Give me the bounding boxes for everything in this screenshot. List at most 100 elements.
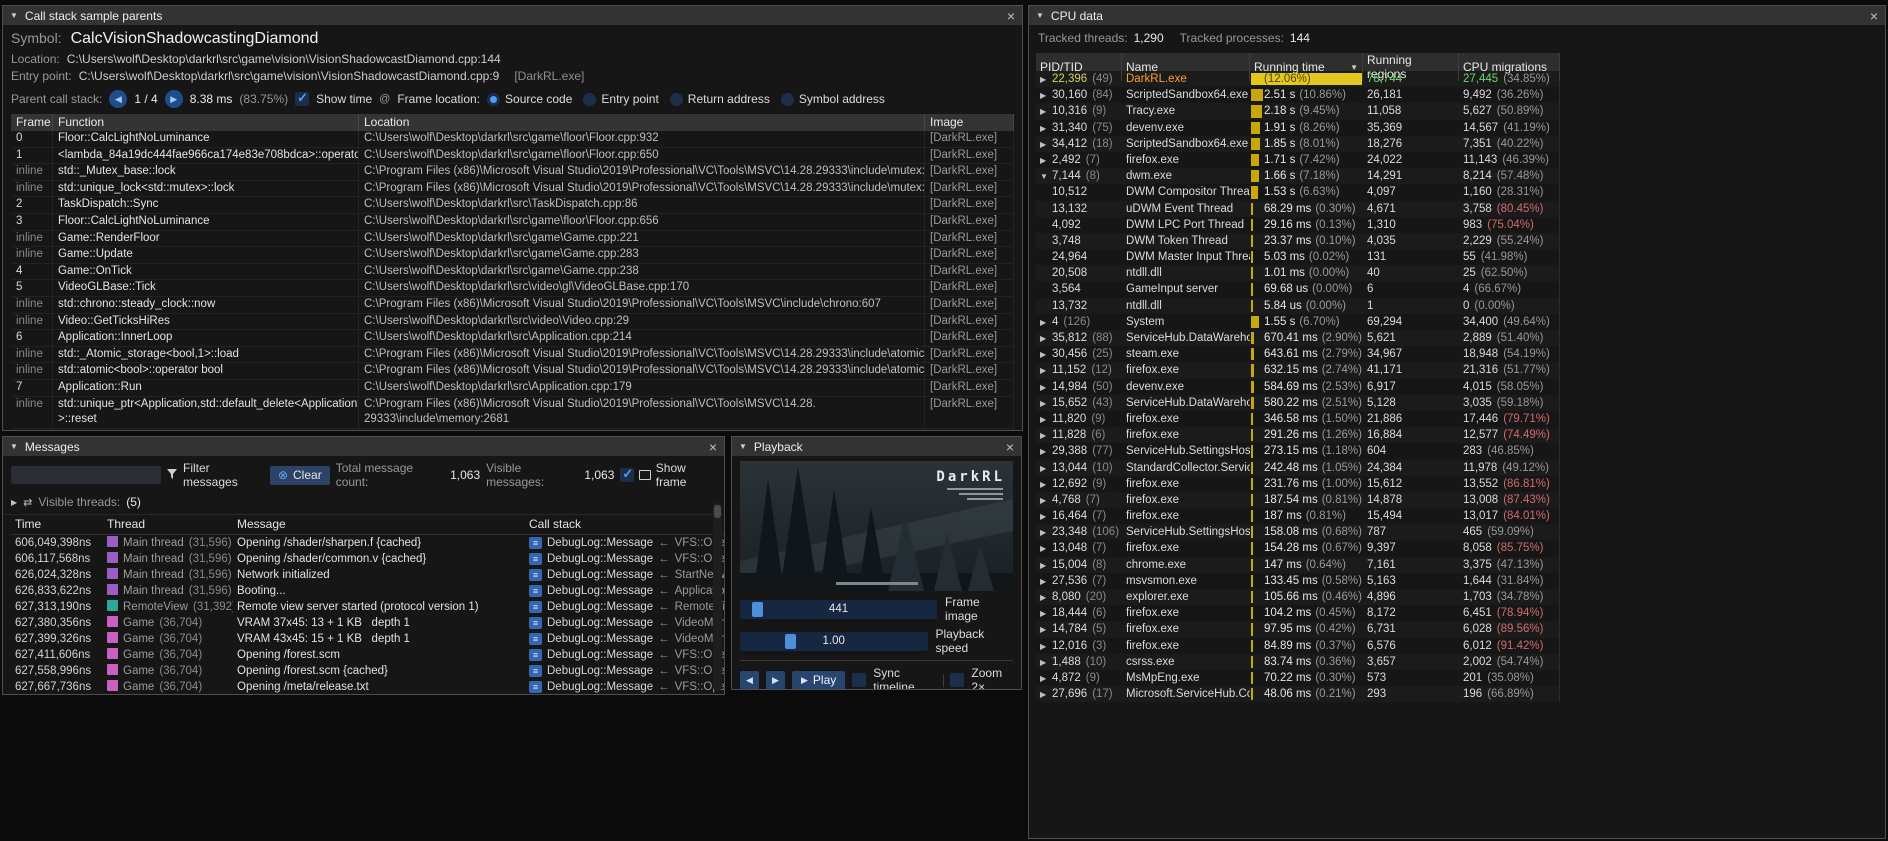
message-callstack[interactable]: ≡DebugLog::Message←VFS::Open [525, 551, 724, 567]
expand-icon[interactable]: ▶ [1040, 671, 1052, 686]
messages-scrollbar[interactable] [713, 503, 722, 691]
message-callstack[interactable]: ≡DebugLog::Message←VFS::Open [525, 679, 724, 694]
cpu-process-row[interactable]: ▶34,412(18)ScriptedSandbox64.exe1.85 s(8… [1036, 136, 1559, 152]
cpu-process-row[interactable]: ▶27,536(7)msvsmon.exe133.45 ms(0.58%)5,1… [1036, 573, 1559, 589]
cpu-process-row[interactable]: ▶30,160(84)ScriptedSandbox64.exe2.51 s(1… [1036, 87, 1559, 103]
cpu-titlebar[interactable]: ▼ CPU data × [1029, 6, 1885, 25]
collapse-icon[interactable]: ▼ [739, 442, 747, 451]
scrollbar-thumb[interactable] [714, 505, 721, 518]
cpu-process-row[interactable]: ▶15,652(43)ServiceHub.DataWarehou580.22 … [1036, 395, 1559, 411]
expand-icon[interactable]: ▶ [1040, 428, 1052, 443]
next-parent-button[interactable]: ▶ [165, 90, 183, 108]
cpu-process-row[interactable]: ▶8,080(20)explorer.exe105.66 ms(0.46%)4,… [1036, 589, 1559, 605]
expand-icon[interactable]: ▶ [1040, 477, 1052, 492]
prev-parent-button[interactable]: ◀ [109, 90, 127, 108]
close-icon[interactable]: × [1870, 9, 1878, 23]
expand-icon[interactable]: ▶ [1040, 525, 1052, 540]
expand-icon[interactable]: ▶ [1040, 412, 1052, 427]
expand-icon[interactable]: ▶ [1040, 493, 1052, 508]
cpu-process-row[interactable]: ▶31,340(75)devenv.exe1.91 s(8.26%)35,369… [1036, 120, 1559, 136]
frame-table-row[interactable]: 2TaskDispatch::SyncC:\Users\wolf\Desktop… [11, 197, 1014, 214]
frame-table-row[interactable]: 7Application::RunC:\Users\wolf\Desktop\d… [11, 380, 1014, 397]
messages-titlebar[interactable]: ▼ Messages × [3, 437, 724, 456]
expand-icon[interactable]: ▶ [1040, 574, 1052, 589]
frame-image-slider[interactable]: 441 [740, 600, 937, 619]
cpu-process-row[interactable]: ▶13,044(10)StandardCollector.Servic242.4… [1036, 460, 1559, 476]
cpu-process-row[interactable]: ▶35,812(88)ServiceHub.DataWarehou670.41 … [1036, 330, 1559, 346]
playback-titlebar[interactable]: ▼ Playback × [732, 437, 1021, 456]
cpu-process-row[interactable]: ▶30,456(25)steam.exe643.61 ms(2.79%)34,9… [1036, 346, 1559, 362]
expand-icon[interactable]: ▶ [1040, 331, 1052, 346]
sync-timeline-checkbox[interactable] [852, 673, 866, 687]
cpu-process-row[interactable]: ▶15,004(8)chrome.exe147 ms(0.64%)7,1613,… [1036, 557, 1559, 573]
frame-table-row[interactable]: inlinestd::atomic<bool>::operator boolC:… [11, 363, 1014, 380]
expand-icon[interactable]: ▶ [1040, 655, 1052, 670]
cpu-process-row[interactable]: ▶29,388(77)ServiceHub.SettingsHost273.15… [1036, 443, 1559, 459]
cpu-process-row[interactable]: ▶16,464(7)firefox.exe187 ms(0.81%)15,494… [1036, 508, 1559, 524]
message-row[interactable]: 626,024,328nsMain thread(31,596)Network … [11, 567, 724, 583]
cpu-process-row[interactable]: ▶11,152(12)firefox.exe632.15 ms(2.74%)41… [1036, 362, 1559, 378]
cpu-process-row[interactable]: ▶12,692(9)firefox.exe231.76 ms(1.00%)15,… [1036, 476, 1559, 492]
cpu-process-row[interactable]: ▶23,348(106)ServiceHub.SettingsHost158.0… [1036, 524, 1559, 540]
message-callstack[interactable]: ≡DebugLog::Message←VFS::Open [525, 647, 724, 663]
cpu-thread-row[interactable]: 24,964DWM Master Input Thread5.03 ms(0.0… [1036, 249, 1559, 265]
expand-icon[interactable]: ▶ [1040, 153, 1052, 168]
frame-table-row[interactable]: inlinestd::chrono::steady_clock::nowC:\P… [11, 297, 1014, 314]
frame-table-row[interactable]: 4Game::OnTickC:\Users\wolf\Desktop\darkr… [11, 264, 1014, 281]
message-row[interactable]: 627,667,736nsGame(36,704)Opening /meta/r… [11, 679, 724, 694]
message-callstack[interactable]: ≡DebugLog::Message←VideoMemo [525, 631, 724, 647]
expand-icon[interactable]: ▶ [1040, 363, 1052, 378]
cpu-thread-row[interactable]: 4,092DWM LPC Port Thread29.16 ms(0.13%)1… [1036, 217, 1559, 233]
frame-table-row[interactable]: inlinestd::unique_lock<std::mutex>::lock… [11, 181, 1014, 198]
frame-table-row[interactable]: 6Application::InnerLoopC:\Users\wolf\Des… [11, 330, 1014, 347]
cpu-process-row[interactable]: ▶11,828(6)firefox.exe291.26 ms(1.26%)16,… [1036, 427, 1559, 443]
cpu-process-row[interactable]: ▶14,984(50)devenv.exe584.69 ms(2.53%)6,9… [1036, 379, 1559, 395]
expand-icon[interactable]: ▶ [1040, 622, 1052, 637]
frame-table-row[interactable]: 1<lambda_84a19dc444fae966ca174e83e708bdc… [11, 148, 1014, 165]
expand-icon[interactable]: ▶ [1040, 541, 1052, 556]
cpu-process-row[interactable]: ▶13,048(7)firefox.exe154.28 ms(0.67%)9,3… [1036, 540, 1559, 556]
message-row[interactable]: 627,558,996nsGame(36,704)Opening /forest… [11, 663, 724, 679]
cpu-thread-row[interactable]: 3,564GameInput server69.68 us(0.00%)64(6… [1036, 281, 1559, 297]
message-row[interactable]: 627,411,606nsGame(36,704)Opening /forest… [11, 647, 724, 663]
expand-icon[interactable]: ▶ [1040, 558, 1052, 573]
cpu-process-row[interactable]: ▶4,768(7)firefox.exe187.54 ms(0.81%)14,8… [1036, 492, 1559, 508]
cpu-thread-row[interactable]: 3,748DWM Token Thread23.37 ms(0.10%)4,03… [1036, 233, 1559, 249]
expand-icon[interactable]: ▶ [1040, 396, 1052, 411]
message-callstack[interactable]: ≡DebugLog::Message←VFS::Open [525, 535, 724, 551]
cpu-process-row[interactable]: ▶1,488(10)csrss.exe83.74 ms(0.36%)3,6572… [1036, 654, 1559, 670]
radio-source-code[interactable]: Source code [487, 92, 572, 106]
message-row[interactable]: 606,049,398nsMain thread(31,596)Opening … [11, 535, 724, 551]
close-icon[interactable]: × [1006, 440, 1014, 454]
message-row[interactable]: 627,380,356nsGame(36,704)VRAM 37x45: 13 … [11, 615, 724, 631]
frame-table-row[interactable]: 3Floor::CalcLightNoLuminanceC:\Users\wol… [11, 214, 1014, 231]
expand-icon[interactable]: ▶ [1040, 104, 1052, 119]
collapse-icon[interactable]: ▼ [10, 442, 18, 451]
frame-table-row[interactable]: 0Floor::CalcLightNoLuminanceC:\Users\wol… [11, 131, 1014, 148]
message-callstack[interactable]: ≡DebugLog::Message←StartNetwo [525, 567, 724, 583]
callstack-titlebar[interactable]: ▼ Call stack sample parents × [3, 6, 1022, 25]
expand-icon[interactable]: ▶ [1040, 347, 1052, 362]
cpu-process-row[interactable]: ▶2,492(7)firefox.exe1.71 s(7.42%)24,0221… [1036, 152, 1559, 168]
next-frame-button[interactable]: ▶ [766, 671, 785, 690]
expand-icon[interactable]: ▶ [1040, 687, 1052, 702]
frame-table-row[interactable]: inlineGame::UpdateC:\Users\wolf\Desktop\… [11, 247, 1014, 264]
play-button[interactable]: ▶ Play [792, 671, 845, 690]
zoom-2x-checkbox[interactable] [950, 673, 964, 687]
close-icon[interactable]: × [1007, 9, 1015, 23]
cpu-thread-row[interactable]: 20,508ntdll.dll1.01 ms(0.00%)4025(62.50%… [1036, 265, 1559, 281]
message-callstack[interactable]: ≡DebugLog::Message←Application: [525, 583, 724, 599]
cpu-thread-row[interactable]: 10,512DWM Compositor Thread1.53 s(6.63%)… [1036, 184, 1559, 200]
message-callstack[interactable]: ≡DebugLog::Message←RemoteViev [525, 599, 724, 615]
cpu-process-row[interactable]: ▼7,144(8)dwm.exe1.66 s(7.18%)14,2918,214… [1036, 168, 1559, 184]
expand-icon[interactable]: ▼ [1040, 169, 1052, 184]
collapse-icon[interactable]: ▼ [10, 11, 18, 20]
show-time-checkbox[interactable] [295, 92, 309, 106]
cpu-process-row[interactable]: ▶22,396(49)DarkRL.exe(12.06%)78,74427,44… [1036, 71, 1559, 87]
cpu-thread-row[interactable]: 13,732ntdll.dll5.84 us(0.00%)10(0.00%) [1036, 298, 1559, 314]
visible-threads-toggle[interactable]: ▶ ⇄ Visible threads: (5) [3, 493, 724, 515]
close-icon[interactable]: × [709, 440, 717, 454]
collapse-icon[interactable]: ▼ [1036, 11, 1044, 20]
expand-icon[interactable]: ▶ [1040, 461, 1052, 476]
frame-table-row[interactable]: inlinestd::_Mutex_base::lockC:\Program F… [11, 164, 1014, 181]
